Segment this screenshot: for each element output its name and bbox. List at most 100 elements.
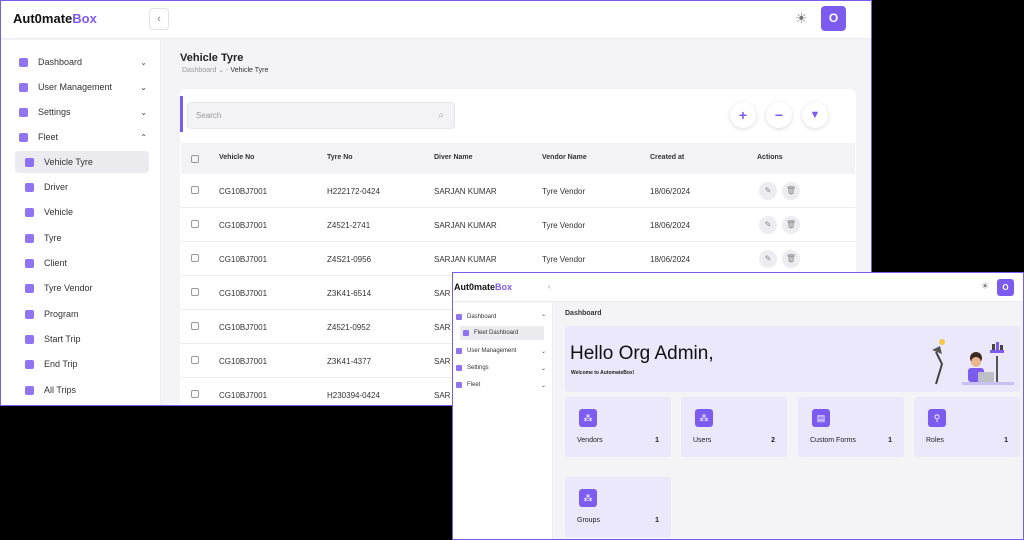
- sidebar-item-dashboard[interactable]: Dashboard ⌃: [453, 310, 548, 324]
- sidebar-item-start-trip[interactable]: Start Trip: [15, 328, 149, 350]
- chevron-down-icon: ⌄: [140, 82, 147, 92]
- sidebar-item-fleet[interactable]: Fleet ⌄: [453, 378, 548, 392]
- cell-vehicle-no: CG10BJ7001: [219, 187, 268, 196]
- sidebar-item-program[interactable]: Program: [15, 303, 149, 325]
- sidebar-item-label: Tyre Vendor: [44, 283, 93, 293]
- avatar[interactable]: O: [821, 6, 846, 31]
- sidebar-item-vehicle-tyre[interactable]: Vehicle Tyre: [15, 151, 149, 173]
- tile-count: 2: [771, 437, 775, 444]
- driver-icon: [25, 182, 34, 192]
- edit-button[interactable]: ✎: [759, 182, 777, 200]
- sidebar-item-dashboard[interactable]: Dashboard ⌄: [15, 51, 149, 73]
- table-row: CG10BJ7001 Z4S21-0956 SARJAN KUMAR Tyre …: [181, 242, 855, 276]
- dashboard-window: Aut0mateBox ‹ ☀ O Dashboard ⌃ Fleet Dashb…: [452, 272, 1024, 540]
- sidebar-item-driver[interactable]: Driver: [15, 176, 149, 198]
- delete-button[interactable]: 🗑: [782, 250, 800, 268]
- sidebar-item-end-trip[interactable]: End Trip: [15, 353, 149, 375]
- vehicle-icon: [25, 207, 34, 217]
- chevron-down-icon: ⌄: [540, 365, 546, 372]
- sidebar-item-user-management[interactable]: User Management ⌄: [453, 344, 548, 358]
- search-icon: ⌕: [438, 110, 444, 121]
- sidebar-item-label: Program: [44, 309, 79, 319]
- tile-custom-forms[interactable]: ▤ Custom Forms 1: [798, 397, 904, 457]
- plus-icon: +: [738, 107, 748, 123]
- cell-vendor-name: Tyre Vendor: [542, 187, 586, 196]
- row-checkbox[interactable]: [191, 390, 199, 398]
- tile-label: Custom Forms: [810, 437, 856, 444]
- custom-forms-icon: ▤: [812, 409, 830, 427]
- column-header[interactable]: Created at: [650, 154, 684, 161]
- sidebar-item-settings[interactable]: Settings ⌄: [453, 361, 548, 375]
- sidebar-item-vehicle[interactable]: Vehicle: [15, 201, 149, 223]
- edit-button[interactable]: ✎: [759, 250, 777, 268]
- sidebar-item-tyre-vendor[interactable]: Tyre Vendor: [15, 277, 149, 299]
- row-checkbox[interactable]: [191, 356, 199, 364]
- sidebar-item-user-management[interactable]: User Management ⌄: [15, 76, 149, 98]
- tile-roles[interactable]: ⚲ Roles 1: [914, 397, 1020, 457]
- cell-vehicle-no: CG10BJ7001: [219, 323, 268, 332]
- theme-toggle-sun-icon[interactable]: ☀: [981, 281, 989, 292]
- cell-tyre-no: Z3K41-6514: [327, 289, 372, 298]
- breadcrumb-chevron-icon: ⌄: [218, 67, 225, 74]
- chevron-up-icon: ⌃: [140, 132, 147, 142]
- tyre-icon: [25, 233, 34, 243]
- trash-icon: 🗑: [785, 254, 797, 263]
- column-header[interactable]: Vehicle No: [219, 154, 254, 161]
- cell-tyre-no: Z4521-2741: [327, 221, 371, 230]
- cell-created-at: 18/06/2024: [650, 187, 691, 196]
- column-header[interactable]: Vendor Name: [542, 154, 587, 161]
- add-button[interactable]: +: [730, 102, 756, 128]
- row-checkbox[interactable]: [191, 288, 199, 296]
- cell-created-at: 18/06/2024: [650, 255, 691, 264]
- edit-button[interactable]: ✎: [759, 216, 777, 234]
- collapse-sidebar-button[interactable]: ‹: [149, 8, 169, 30]
- table-header: Vehicle No Tyre No Diver Name Vendor Nam…: [181, 143, 855, 174]
- row-checkbox[interactable]: [191, 186, 199, 194]
- sidebar-item-tyre[interactable]: Tyre: [15, 227, 149, 249]
- sidebar-item-client[interactable]: Client: [15, 252, 149, 274]
- chevron-down-icon: ⌄: [540, 348, 546, 355]
- sidebar-item-fleet[interactable]: Fleet ⌃: [15, 126, 149, 148]
- delete-button[interactable]: 🗑: [782, 216, 800, 234]
- welcome-subtitle: Welcome to AutomateBox!: [571, 370, 635, 376]
- filter-icon: ▼: [809, 109, 821, 121]
- breadcrumb-current: Vehicle Tyre: [230, 67, 269, 74]
- cell-driver-name: SAR: [434, 323, 451, 332]
- chevron-left-icon[interactable]: ‹: [548, 282, 551, 291]
- column-header[interactable]: Diver Name: [434, 154, 473, 161]
- sidebar: Dashboard ⌄ User Management ⌄ Settings ⌄ Fl…: [1, 40, 161, 405]
- filter-button[interactable]: ▼: [802, 102, 828, 128]
- select-all-checkbox[interactable]: [191, 155, 199, 163]
- pencil-icon: ✎: [764, 254, 772, 263]
- table-row: CG10BJ7001 Z4521-2741 SARJAN KUMAR Tyre …: [181, 208, 855, 242]
- sidebar-item-settings[interactable]: Settings ⌄: [15, 101, 149, 123]
- sidebar-item-label: End Trip: [44, 359, 78, 369]
- app-logo[interactable]: Aut0mateBox: [454, 282, 512, 292]
- avatar[interactable]: O: [997, 279, 1014, 296]
- column-header[interactable]: Tyre No: [327, 154, 353, 161]
- cell-tyre-no: Z4S21-0956: [327, 255, 372, 264]
- cell-driver-name: SAR: [434, 357, 451, 366]
- row-checkbox[interactable]: [191, 254, 199, 262]
- vendors-icon: ⁂: [579, 409, 597, 427]
- search-input[interactable]: Search ⌕: [187, 102, 455, 129]
- breadcrumb-root[interactable]: Dashboard: [182, 67, 216, 74]
- sidebar-item-fleet-dashboard[interactable]: Fleet Dashboard: [460, 326, 544, 340]
- tile-groups[interactable]: ⁂ Groups 1: [565, 477, 671, 537]
- row-checkbox[interactable]: [191, 220, 199, 228]
- tile-users[interactable]: ⁂ Users 2: [681, 397, 787, 457]
- row-checkbox[interactable]: [191, 322, 199, 330]
- delete-button[interactable]: 🗑: [782, 182, 800, 200]
- breadcrumb: Dashboard ⌄ - Vehicle Tyre: [182, 66, 268, 74]
- app-logo[interactable]: Aut0mateBox: [13, 11, 97, 26]
- chevron-up-icon: ⌃: [540, 314, 546, 321]
- sidebar-item-label: Client: [44, 258, 68, 268]
- cell-vehicle-no: CG10BJ7001: [219, 357, 268, 366]
- tile-vendors[interactable]: ⁂ Vendors 1: [565, 397, 671, 457]
- end-trip-icon: [25, 359, 34, 369]
- cell-driver-name: SARJAN KUMAR: [434, 221, 497, 230]
- settings-icon: [19, 107, 28, 117]
- remove-button[interactable]: −: [766, 102, 792, 128]
- sidebar-item-all-trips[interactable]: All Trips: [15, 379, 149, 401]
- theme-toggle-sun-icon[interactable]: ☀: [795, 10, 808, 27]
